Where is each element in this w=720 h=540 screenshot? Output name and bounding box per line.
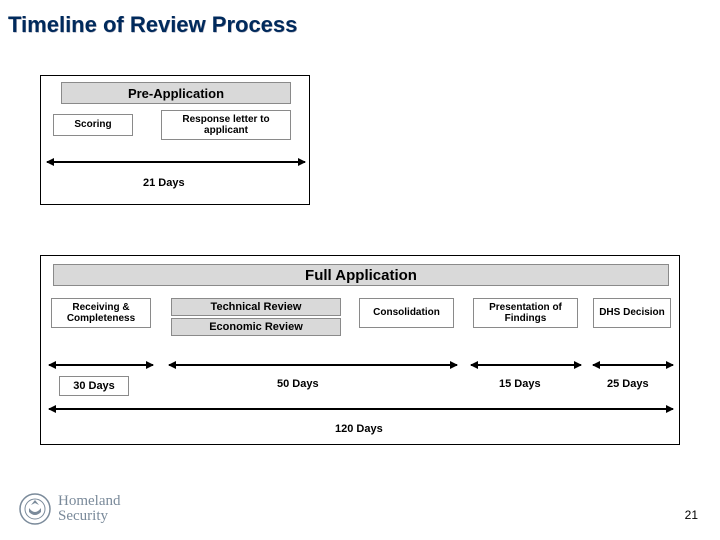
pre-duration: 21 Days [139, 176, 189, 190]
economic-review-box: Economic Review [171, 318, 341, 336]
scoring-box: Scoring [53, 114, 133, 136]
pre-arrow [47, 161, 305, 163]
d15-label: 15 Days [499, 378, 541, 390]
arrow-25 [593, 364, 673, 366]
receiving-box: Receiving & Completeness [51, 298, 151, 328]
seal-icon [18, 492, 52, 526]
page-number: 21 [685, 508, 698, 522]
full-application-panel: Full Application Receiving & Completenes… [40, 255, 680, 445]
pre-app-header: Pre-Application [61, 82, 291, 104]
arrow-120 [49, 408, 673, 410]
dhs-logo: Homeland Security [18, 492, 120, 526]
response-letter-box: Response letter to applicant [161, 110, 291, 140]
org-line1: Homeland [58, 494, 120, 509]
arrow-50 [169, 364, 457, 366]
d50-label: 50 Days [277, 378, 319, 390]
pre-application-panel: Pre-Application Scoring Response letter … [40, 75, 310, 205]
page-title: Timeline of Review Process [0, 0, 720, 38]
consolidation-box: Consolidation [359, 298, 454, 328]
d30-label: 30 Days [59, 376, 129, 396]
technical-review-box: Technical Review [171, 298, 341, 316]
full-app-header: Full Application [53, 264, 669, 286]
presentation-box: Presentation of Findings [473, 298, 578, 328]
decision-box: DHS Decision [593, 298, 671, 328]
d120-label: 120 Days [331, 422, 387, 436]
d25-label: 25 Days [607, 378, 649, 390]
arrow-15 [471, 364, 581, 366]
org-line2: Security [58, 509, 120, 524]
arrow-30 [49, 364, 153, 366]
